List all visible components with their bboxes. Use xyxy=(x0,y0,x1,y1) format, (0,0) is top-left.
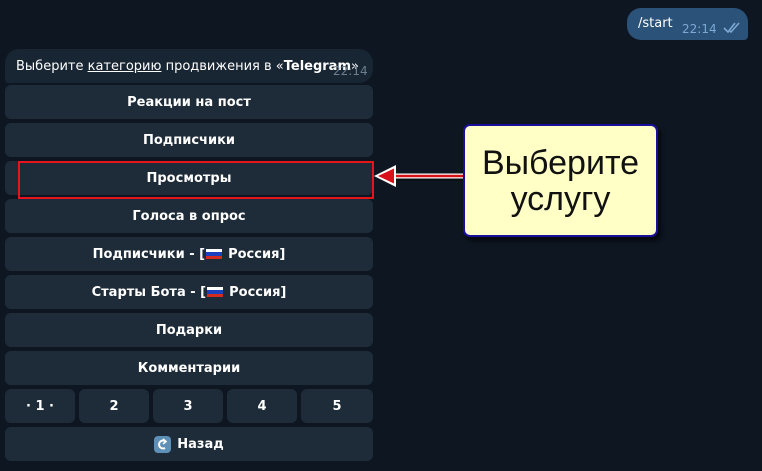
back-arrow-icon xyxy=(154,435,172,453)
bot-starts-russia-button[interactable]: Старты Бота - [ Россия] xyxy=(5,275,373,309)
outgoing-message-text: /start xyxy=(638,16,673,31)
russia-flag-icon xyxy=(207,286,224,298)
subscribers-russia-suffix: Россия] xyxy=(228,246,286,262)
callout-box: Выберите услугу xyxy=(463,124,658,237)
gifts-button[interactable]: Подарки xyxy=(5,313,373,347)
page-4-button[interactable]: 4 xyxy=(227,389,297,423)
comments-button[interactable]: Комментарии xyxy=(5,351,373,385)
reactions-button[interactable]: Реакции на пост xyxy=(5,85,373,119)
subscribers-russia-button[interactable]: Подписчики - [ Россия] xyxy=(5,237,373,271)
bot-message: Выберите категорию продвижения в «Telegr… xyxy=(5,49,373,83)
callout-text: Выберите услугу xyxy=(482,145,639,217)
outgoing-message-time: 22:14 xyxy=(682,22,717,36)
bot-message-text: Выберите категорию продвижения в «Telegr… xyxy=(16,59,359,74)
poll-votes-button[interactable]: Голоса в опрос xyxy=(5,199,373,233)
page-2-button[interactable]: 2 xyxy=(79,389,149,423)
outgoing-message: /start 22:14 xyxy=(627,8,748,40)
page-3-button[interactable]: 3 xyxy=(153,389,223,423)
bot-starts-prefix: Старты Бота - [ xyxy=(91,284,207,300)
bot-message-time: 22:14 xyxy=(333,64,368,78)
subscribers-button[interactable]: Подписчики xyxy=(5,123,373,157)
callout-line-1: Выберите xyxy=(481,143,640,182)
category-link[interactable]: категорию xyxy=(88,59,162,74)
highlight-frame xyxy=(18,161,374,199)
bot-starts-suffix: Россия] xyxy=(229,284,287,300)
back-label: Назад xyxy=(177,436,224,452)
double-check-icon xyxy=(723,22,740,34)
pointer-arrow-icon xyxy=(374,165,468,187)
back-button[interactable]: Назад xyxy=(5,427,373,461)
callout-line-2: услугу xyxy=(510,179,611,218)
page-1-button[interactable]: · 1 · xyxy=(5,389,75,423)
page-5-button[interactable]: 5 xyxy=(301,389,373,423)
bot-message-text-start: Выберите xyxy=(16,59,88,74)
bot-message-text-middle: продвижения в « xyxy=(161,59,284,74)
russia-flag-icon xyxy=(206,248,223,260)
subscribers-russia-prefix: Подписчики - [ xyxy=(92,246,206,262)
